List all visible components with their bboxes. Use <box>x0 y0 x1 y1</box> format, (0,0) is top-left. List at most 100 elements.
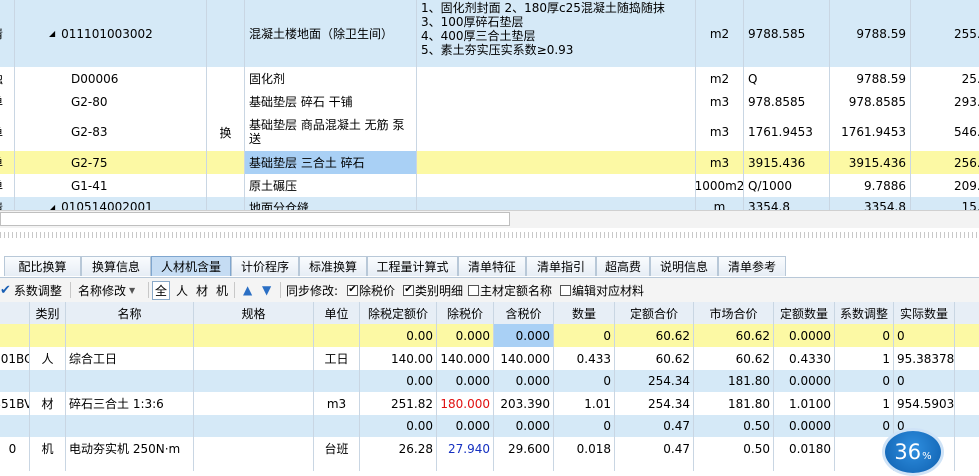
cell-ex-tax-price[interactable] <box>437 460 494 471</box>
header-ex-tax-quota-price[interactable]: 除税定额价 <box>360 302 437 324</box>
row-name-cell[interactable]: 基础垫层 商品混凝土 无筋 泵送 <box>245 113 417 151</box>
cell-name[interactable] <box>66 460 194 471</box>
cell-market-total: 181.80 <box>694 370 774 392</box>
row-qty-expr-cell[interactable]: 978.8585 <box>744 90 830 113</box>
sync-category-detail-checkbox[interactable]: ✔ 类别明细 <box>403 281 463 299</box>
row-code-cell: ◢ 010514002001 <box>35 197 207 210</box>
tab-6[interactable]: 清单特征 <box>458 256 526 276</box>
cell-ex-tax-price[interactable]: 0.000 <box>437 324 494 347</box>
quota-row[interactable]: 单G2-83换基础垫层 商品混凝土 无筋 泵送m31761.94531761.9… <box>0 113 979 152</box>
cell-quantity[interactable]: 0 <box>554 324 615 347</box>
name-modify-dropdown[interactable]: 名称修改 ▼ <box>78 281 135 299</box>
quota-row[interactable]: 清◢010514002001地面分仓缝m3354.83354.815.00 <box>0 197 979 210</box>
header-tax-price[interactable]: 含税价 <box>494 302 554 324</box>
row-qty-expr-cell[interactable]: Q/1000 <box>744 174 830 197</box>
quota-row[interactable]: 清◢011101003002混凝土楼地面（除卫生间）1、固化剂封面 2、180厚… <box>0 0 979 68</box>
cell-name[interactable]: 综合工日 <box>66 347 194 370</box>
horizontal-scrollbar[interactable] <box>0 210 979 228</box>
filter-all[interactable]: 全 <box>152 280 171 300</box>
cell-ex-tax-price[interactable]: 180.000 <box>437 392 494 415</box>
cell-ex-tax-price[interactable]: 0.000 <box>437 370 494 392</box>
cell-ex-tax-price[interactable]: 0.000 <box>437 415 494 437</box>
sync-main-material-checkbox[interactable]: 主材定额名称 <box>468 281 552 299</box>
header-unit[interactable]: 单位 <box>314 302 360 324</box>
move-up-icon[interactable]: ▲ <box>243 281 252 299</box>
tab-3[interactable]: 计价程序 <box>231 256 299 276</box>
cell-spec <box>194 347 314 370</box>
resource-row[interactable]: B01BC人综合工日工日140.00140.000140.0000.43360.… <box>0 347 979 371</box>
tree-expand-icon[interactable]: ◢ <box>49 29 55 38</box>
row-qty-expr-cell[interactable]: Q <box>744 67 830 90</box>
tree-expand-icon[interactable]: ◢ <box>49 203 55 211</box>
cell-quantity[interactable]: 0.018 <box>554 437 615 460</box>
cell-ex-tax-price[interactable]: 27.940 <box>437 437 494 460</box>
tab-9[interactable]: 说明信息 <box>650 256 718 276</box>
resource-row[interactable]: 0.00 0.000 0.000 0 254.34 181.80 0.0000 0 0 <box>0 370 979 393</box>
resource-row[interactable]: B51BV材碎石三合土 1:3:6m3251.82180.000203.3901… <box>0 392 979 416</box>
cell-ex-tax-price[interactable]: 140.000 <box>437 347 494 370</box>
coef-adjust-button[interactable]: ✔ 系数调整 <box>0 281 62 299</box>
header-quota-total[interactable]: 定额合价 <box>615 302 694 324</box>
cell-quantity[interactable] <box>554 460 615 471</box>
scrollbar-thumb[interactable] <box>0 212 510 226</box>
row-name-cell[interactable]: 基础垫层 三合土 碎石 <box>245 151 417 174</box>
cell-quantity[interactable]: 0 <box>554 415 615 437</box>
header-spec[interactable]: 规格 <box>194 302 314 324</box>
header-quantity[interactable]: 数量 <box>554 302 615 324</box>
resource-content-grid[interactable]: 类别 名称 规格 单位 除税定额价 除税价 含税价 数量 定额合价 市场合价 定额数量 系数调整 实际数… <box>0 302 979 471</box>
quota-list-grid[interactable]: 清◢011101003002混凝土楼地面（除卫生间）1、固化剂封面 2、180厚… <box>0 0 979 210</box>
quota-row[interactable]: 单G2-80基础垫层 碎石 干铺m3978.8585978.8585293.83 <box>0 90 979 114</box>
cell-quantity[interactable]: 0.433 <box>554 347 615 370</box>
sync-edit-material-checkbox[interactable]: 编辑对应材料 <box>560 281 644 299</box>
filter-material[interactable]: 材 <box>196 282 208 299</box>
cell-quantity[interactable]: 0 <box>554 370 615 392</box>
cell-quantity[interactable]: 1.01 <box>554 392 615 415</box>
row-name-cell[interactable]: 固化剂 <box>245 67 417 90</box>
cell-name[interactable] <box>66 415 194 437</box>
tab-0[interactable]: 配比换算 <box>4 256 81 276</box>
tab-8[interactable]: 超高费 <box>596 256 650 276</box>
header-code[interactable] <box>0 302 30 324</box>
row-name-cell[interactable]: 地面分仓缝 <box>245 197 417 210</box>
quota-row[interactable]: 单 G1-41 原土碾压 1000m2Q/10009.7886209.87 <box>0 174 979 198</box>
tab-7[interactable]: 清单指引 <box>526 256 596 276</box>
row-qty-expr-cell[interactable]: 3354.8 <box>744 197 830 210</box>
feature-line: 3、100厚碎石垫层 <box>421 15 524 29</box>
cell-name[interactable]: 电动夯实机 250N·m <box>66 437 194 460</box>
feature-line: 5、素土夯实压实系数≥0.93 <box>421 43 574 57</box>
tab-1[interactable]: 换算信息 <box>81 256 151 276</box>
row-qty-expr-cell[interactable]: 3915.436 <box>744 151 830 174</box>
splitter-handle[interactable] <box>0 232 979 238</box>
cell-name[interactable] <box>66 324 194 347</box>
sync-ex-tax-price-checkbox[interactable]: ✔ 除税价 <box>347 281 395 299</box>
resource-row[interactable]: 0.00 0.000 0.000 0 0.47 0.50 0.0000 0 0 <box>0 415 979 438</box>
tab-2[interactable]: 人材机含量 <box>151 256 231 276</box>
tab-10[interactable]: 清单参考 <box>718 256 786 276</box>
header-actual-qty[interactable]: 实际数量 <box>894 302 955 324</box>
resource-row[interactable]: 0.00 0.000 0.000 0 60.62 60.62 0.0000 0 0 <box>0 324 979 348</box>
quota-row[interactable]: 单G2-75基础垫层 三合土 碎石m33915.4363915.436256.9… <box>0 151 979 175</box>
row-qty-expr-cell[interactable]: 9788.585 <box>744 0 830 67</box>
row-qty-expr-cell[interactable]: 1761.9453 <box>744 113 830 151</box>
quota-row[interactable]: 独 D00006 固化剂 m2Q9788.5925.00 <box>0 67 979 91</box>
filter-machine[interactable]: 机 <box>216 282 228 299</box>
cell-name[interactable] <box>66 370 194 392</box>
resource-row[interactable]: 0 机电动夯实机 250N·m 台班 26.28 27.940 29.600 0.018 0.… <box>0 437 979 461</box>
tab-4[interactable]: 标准换算 <box>299 256 367 276</box>
move-down-icon[interactable]: ▼ <box>262 281 271 299</box>
resource-row[interactable] <box>0 460 979 471</box>
resource-toolbar: ✔ 系数调整 名称修改 ▼ 全 人 材 机 ▲ ▼ 同步修改: ✔ 除税价 ✔ … <box>0 278 979 303</box>
cell-name[interactable]: 碎石三合土 1:3:6 <box>66 392 194 415</box>
filter-labor[interactable]: 人 <box>176 282 188 299</box>
header-name[interactable]: 名称 <box>66 302 194 324</box>
header-category[interactable]: 类别 <box>30 302 66 324</box>
tab-5[interactable]: 工程量计算式 <box>367 256 458 276</box>
row-name-cell[interactable]: 原土碾压 <box>245 174 417 197</box>
row-name-cell[interactable]: 基础垫层 碎石 干铺 <box>245 90 417 113</box>
header-coef-adjust[interactable]: 系数调整 <box>835 302 894 324</box>
header-extra[interactable] <box>955 302 979 324</box>
header-ex-tax-price[interactable]: 除税价 <box>437 302 494 324</box>
header-market-total[interactable]: 市场合价 <box>694 302 774 324</box>
row-name-cell[interactable]: 混凝土楼地面（除卫生间） <box>245 0 417 67</box>
header-quota-qty[interactable]: 定额数量 <box>774 302 835 324</box>
